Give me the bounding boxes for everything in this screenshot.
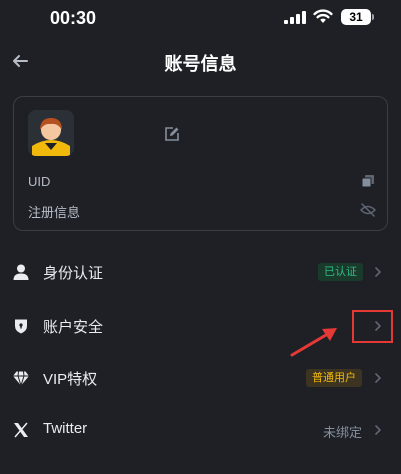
avatar[interactable] bbox=[28, 110, 74, 156]
edit-icon[interactable] bbox=[164, 126, 180, 142]
annotation-arrow-icon bbox=[290, 328, 337, 357]
annotation-highlight-box bbox=[352, 310, 393, 343]
chevron-right-icon bbox=[375, 373, 381, 383]
chevron-right-icon bbox=[375, 267, 381, 277]
identity-verification-label: 身份认证 bbox=[43, 265, 104, 282]
chevron-right-icon bbox=[375, 425, 381, 435]
signal-icon bbox=[284, 11, 306, 24]
copy-icon[interactable] bbox=[361, 174, 375, 188]
menu-item-vip-privileges[interactable]: VIP特权 普通用户 bbox=[0, 352, 401, 404]
shield-icon bbox=[15, 319, 27, 334]
eye-off-icon[interactable] bbox=[360, 202, 376, 218]
vip-privileges-label: VIP特权 bbox=[43, 371, 98, 388]
battery-tip bbox=[372, 14, 374, 20]
person-icon bbox=[13, 264, 29, 280]
x-logo-icon bbox=[14, 422, 28, 438]
menu-item-twitter[interactable]: Twitter 未绑定 bbox=[0, 404, 401, 456]
account-security-label: 账户安全 bbox=[43, 319, 104, 336]
wifi-icon bbox=[313, 9, 333, 23]
page-title: 账号信息 bbox=[164, 54, 237, 74]
status-bar: 00:30 31 bbox=[0, 0, 401, 36]
account-card: UID 注册信息 bbox=[13, 96, 388, 231]
registration-label: 注册信息 bbox=[28, 205, 81, 220]
status-time: 00:30 bbox=[50, 8, 97, 28]
menu-item-identity-verification[interactable]: 身份认证 已认证 bbox=[0, 246, 401, 298]
avatar-illustration bbox=[28, 110, 74, 156]
twitter-label: Twitter bbox=[43, 420, 88, 437]
diamond-icon bbox=[13, 371, 29, 387]
vip-level-badge: 普通用户 bbox=[306, 369, 362, 387]
page-header: 账号信息 bbox=[0, 40, 401, 82]
battery-indicator: 31 bbox=[341, 9, 371, 25]
uid-label: UID bbox=[28, 174, 51, 189]
twitter-status: 未绑定 bbox=[323, 425, 363, 440]
verified-badge: 已认证 bbox=[318, 263, 363, 281]
